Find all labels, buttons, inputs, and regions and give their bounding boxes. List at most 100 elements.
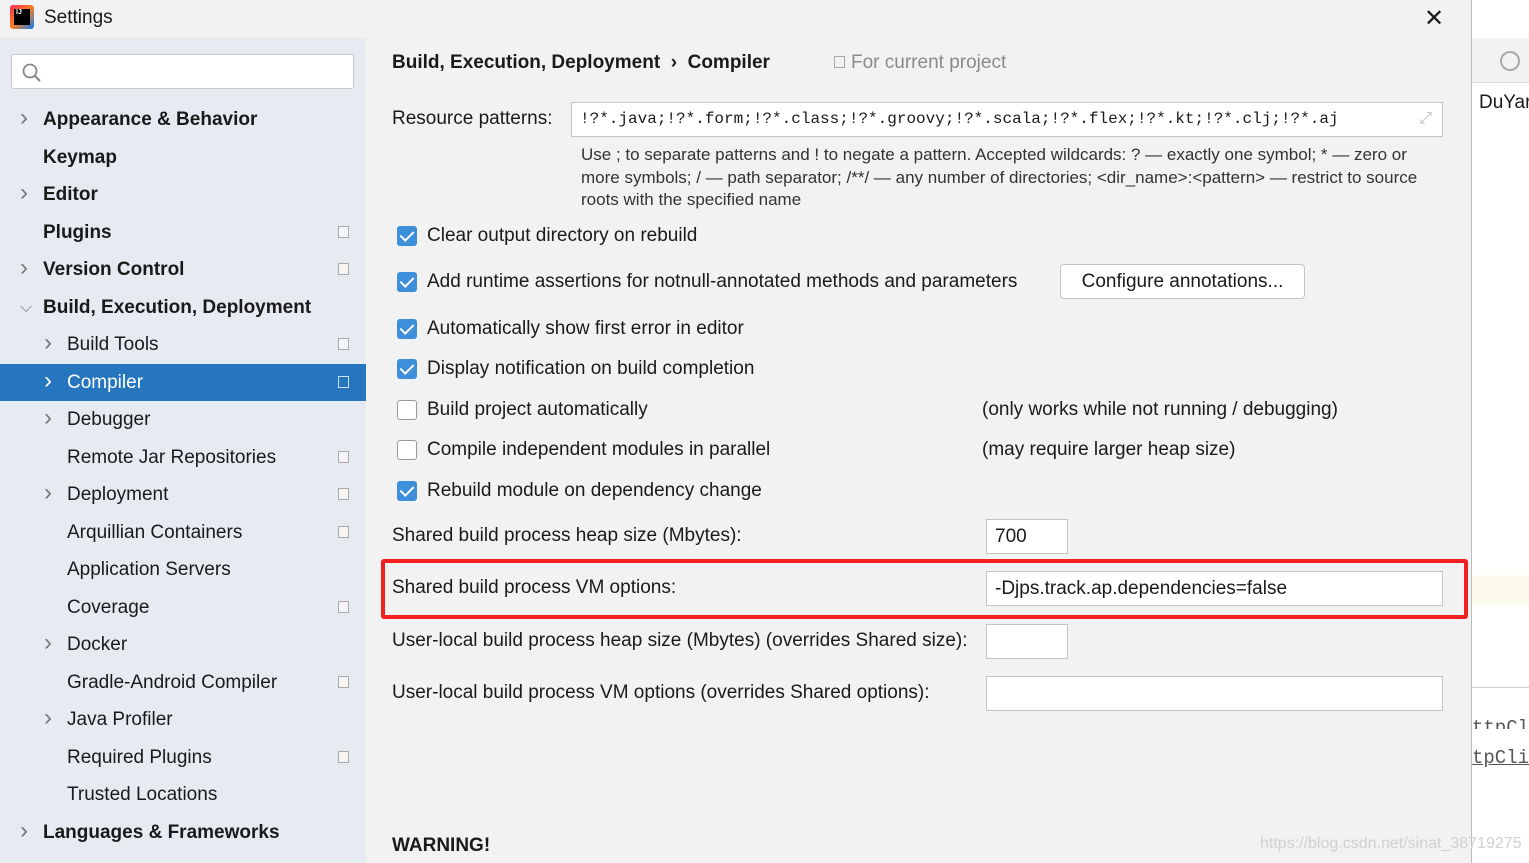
sidebar-item-label: Build Tools xyxy=(67,334,159,355)
user-heap-input[interactable] xyxy=(986,624,1068,659)
checkbox-note: (only works while not running / debuggin… xyxy=(982,399,1338,420)
checkbox[interactable] xyxy=(397,359,417,379)
checkbox[interactable] xyxy=(397,319,417,339)
checkbox[interactable] xyxy=(397,226,417,246)
breadcrumb-parent: Build, Execution, Deployment xyxy=(392,52,661,73)
sidebar-item-docker[interactable]: › Docker xyxy=(0,626,366,663)
search-input[interactable] xyxy=(11,54,354,89)
resource-patterns-input[interactable]: !?*.java;!?*.form;!?*.class;!?*.groovy;!… xyxy=(571,102,1443,137)
chevron-right-icon[interactable]: › xyxy=(44,399,52,436)
checkbox-label[interactable]: Display notification on build completion xyxy=(427,358,754,380)
intellij-logo-icon: IJ xyxy=(10,5,34,29)
sidebar-item-label: Gradle-Android Compiler xyxy=(67,671,278,693)
sidebar-item-label: Application Servers xyxy=(67,559,231,580)
sidebar-item-build-tools[interactable]: › Build Tools xyxy=(0,326,366,363)
sidebar-item-application-servers[interactable]: Application Servers xyxy=(0,551,366,588)
sidebar-item-label: Plugins xyxy=(43,221,112,243)
checkbox-label[interactable]: Automatically show first error in editor xyxy=(427,318,744,340)
checkbox-label[interactable]: Rebuild module on dependency change xyxy=(427,480,762,502)
title-bar: IJ Settings ✕ xyxy=(0,0,1471,38)
project-level-icon xyxy=(338,600,349,613)
checkbox-note: (may require larger heap size) xyxy=(982,439,1236,460)
sidebar-item-label: Debugger xyxy=(67,409,151,430)
chevron-right-icon[interactable]: › xyxy=(44,324,52,361)
chevron-down-icon[interactable]: ⌵ xyxy=(20,289,32,326)
sidebar-item-label: Java Profiler xyxy=(67,709,173,730)
sidebar-item-gradle-android-compiler[interactable]: Gradle-Android Compiler xyxy=(0,664,366,701)
clock-icon xyxy=(1500,51,1520,71)
close-button[interactable]: ✕ xyxy=(1424,4,1444,33)
sidebar-item-label: Languages & Frameworks xyxy=(43,821,280,843)
sidebar-item-label: Coverage xyxy=(67,596,150,618)
sidebar-item-label: Remote Jar Repositories xyxy=(67,446,277,468)
user-vm-label: User-local build process VM options (ove… xyxy=(392,682,930,703)
chevron-right-icon[interactable]: › xyxy=(20,249,28,286)
checkbox[interactable] xyxy=(397,440,417,460)
sidebar-item-coverage[interactable]: Coverage xyxy=(0,589,366,626)
sidebar-item-label: Docker xyxy=(67,634,128,655)
sidebar-item-version-control[interactable]: › Version Control xyxy=(0,251,366,288)
project-level-icon xyxy=(338,488,349,500)
window-title: Settings xyxy=(44,7,113,28)
resource-patterns-value: !?*.java;!?*.form;!?*.class;!?*.groovy;!… xyxy=(580,110,1339,128)
compiler-settings-panel: Build, Execution, Deployment › Compiler … xyxy=(366,38,1471,863)
sidebar-item-required-plugins[interactable]: Required Plugins xyxy=(0,739,366,776)
project-level-icon xyxy=(338,450,349,463)
settings-sidebar: › Appearance & Behavior Keymap › Editor Plugi… xyxy=(0,38,366,863)
sidebar-item-label: Version Control xyxy=(43,259,185,280)
resource-patterns-help: Use ; to separate patterns and ! to nega… xyxy=(581,145,1418,209)
heap-size-label: Shared build process heap size (Mbytes): xyxy=(392,525,742,546)
sidebar-item-debugger[interactable]: › Debugger xyxy=(0,401,366,438)
chevron-right-icon[interactable]: › xyxy=(44,624,52,661)
for-project-label: For current project xyxy=(851,52,1007,73)
sidebar-item-appearance-behavior[interactable]: › Appearance & Behavior xyxy=(0,101,366,138)
background-code-line: ttpCl xyxy=(1472,717,1529,729)
project-icon xyxy=(834,56,845,68)
breadcrumb: Build, Execution, Deployment › Compiler xyxy=(392,52,770,74)
checkbox-label[interactable]: Add runtime assertions for notnull-annot… xyxy=(427,271,1017,293)
checkbox-label[interactable]: Clear output directory on rebuild xyxy=(427,225,697,247)
configure-annotations-button[interactable]: Configure annotations... xyxy=(1060,264,1305,299)
checkbox[interactable] xyxy=(397,400,417,420)
watermark: https://blog.csdn.net/sinat_38719275 xyxy=(1260,835,1522,852)
sidebar-item-compiler[interactable]: › Compiler xyxy=(0,362,366,401)
sidebar-item-label: Trusted Locations xyxy=(67,784,218,805)
breadcrumb-separator: › xyxy=(670,52,678,73)
sidebar-item-keymap[interactable]: Keymap xyxy=(0,139,366,176)
sidebar-item-deployment[interactable]: › Deployment xyxy=(0,476,366,513)
sidebar-item-label: Build, Execution, Deployment xyxy=(43,296,312,318)
checkbox-label[interactable]: Build project automatically xyxy=(427,399,648,421)
chevron-right-icon[interactable]: › xyxy=(20,174,28,211)
user-heap-label: User-local build process heap size (Mbyt… xyxy=(392,630,968,651)
chevron-right-icon[interactable]: › xyxy=(20,99,28,136)
background-tab: DuYar xyxy=(1479,92,1529,113)
sidebar-item-arquillian-containers[interactable]: Arquillian Containers xyxy=(0,514,366,551)
chevron-right-icon[interactable]: › xyxy=(44,699,52,736)
checkbox[interactable] xyxy=(397,481,417,501)
sidebar-item-label: Editor xyxy=(43,184,98,205)
sidebar-item-label: Keymap xyxy=(43,146,117,168)
chevron-right-icon[interactable]: › xyxy=(20,812,28,849)
chevron-right-icon[interactable]: › xyxy=(44,474,52,511)
sidebar-item-build-execution-deployment[interactable]: ⌵ Build, Execution, Deployment xyxy=(0,289,366,326)
sidebar-item-plugins[interactable]: Plugins xyxy=(0,214,366,251)
chevron-right-icon[interactable]: › xyxy=(44,362,52,399)
sidebar-item-languages-frameworks[interactable]: › Languages & Frameworks xyxy=(0,814,366,851)
sidebar-item-trusted-locations[interactable]: Trusted Locations xyxy=(0,776,366,813)
project-level-icon xyxy=(338,750,349,763)
user-vm-input[interactable] xyxy=(986,676,1443,711)
warning-heading: WARNING! xyxy=(392,835,491,856)
checkbox-label[interactable]: Compile independent modules in parallel xyxy=(427,439,770,461)
search-icon xyxy=(22,63,41,82)
sidebar-item-java-profiler[interactable]: › Java Profiler xyxy=(0,701,366,738)
vm-options-input[interactable]: -Djps.track.ap.dependencies=false xyxy=(986,571,1443,606)
resource-patterns-label: Resource patterns: xyxy=(392,108,553,129)
sidebar-item-label: Deployment xyxy=(67,484,169,505)
checkbox[interactable] xyxy=(397,272,417,292)
breadcrumb-current: Compiler xyxy=(687,52,770,73)
expand-icon[interactable]: ⤢ xyxy=(1419,103,1432,136)
sidebar-item-editor[interactable]: › Editor xyxy=(0,176,366,213)
sidebar-item-remote-jar-repositories[interactable]: Remote Jar Repositories xyxy=(0,439,366,476)
project-level-icon xyxy=(338,525,349,538)
heap-size-input[interactable]: 700 xyxy=(986,519,1068,554)
